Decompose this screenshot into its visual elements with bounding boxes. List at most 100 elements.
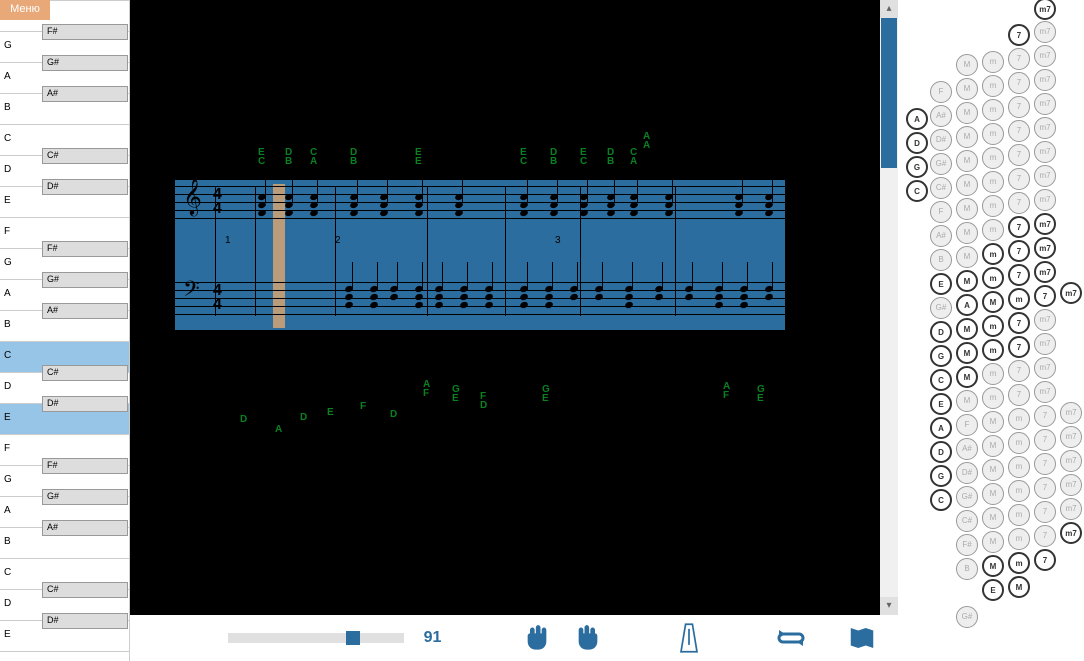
- accordion-button[interactable]: M: [956, 78, 978, 100]
- accordion-button[interactable]: 7: [1008, 24, 1030, 46]
- tempo-slider-thumb[interactable]: [346, 631, 360, 645]
- accordion-button[interactable]: B: [956, 558, 978, 580]
- accordion-button[interactable]: 7: [1034, 405, 1056, 427]
- accordion-button[interactable]: m7: [1060, 282, 1082, 304]
- map-button[interactable]: [847, 622, 878, 654]
- accordion-button[interactable]: m7: [1034, 237, 1056, 259]
- accordion-button[interactable]: m: [982, 75, 1004, 97]
- accordion-button[interactable]: m: [982, 171, 1004, 193]
- accordion-button[interactable]: m: [1008, 480, 1030, 502]
- accordion-button[interactable]: 7: [1034, 477, 1056, 499]
- accordion-button[interactable]: 7: [1008, 48, 1030, 70]
- piano-black-key[interactable]: A#: [42, 303, 128, 319]
- piano-black-key[interactable]: A#: [42, 86, 128, 102]
- accordion-button[interactable]: m7: [1034, 189, 1056, 211]
- accordion-button[interactable]: m: [982, 267, 1004, 289]
- accordion-button[interactable]: m: [982, 315, 1004, 337]
- accordion-button[interactable]: A#: [930, 225, 952, 247]
- accordion-button[interactable]: F#: [956, 534, 978, 556]
- piano-black-key[interactable]: C#: [42, 365, 128, 381]
- accordion-button[interactable]: m: [1008, 432, 1030, 454]
- accordion-button[interactable]: C: [930, 489, 952, 511]
- accordion-button[interactable]: m7: [1034, 93, 1056, 115]
- accordion-button[interactable]: m: [1008, 288, 1030, 310]
- accordion-button[interactable]: M: [956, 222, 978, 244]
- accordion-button[interactable]: m: [982, 339, 1004, 361]
- accordion-button[interactable]: m7: [1060, 426, 1082, 448]
- accordion-button[interactable]: m: [982, 147, 1004, 169]
- right-hand-button[interactable]: [573, 622, 604, 654]
- accordion-button[interactable]: M: [956, 198, 978, 220]
- accordion-button[interactable]: M: [956, 126, 978, 148]
- accordion-button[interactable]: M: [982, 483, 1004, 505]
- accordion-button[interactable]: M: [956, 174, 978, 196]
- accordion-button[interactable]: G: [906, 156, 928, 178]
- tempo-slider[interactable]: [228, 633, 403, 643]
- accordion-button[interactable]: M: [956, 318, 978, 340]
- accordion-button[interactable]: B: [930, 249, 952, 271]
- accordion-button[interactable]: C#: [956, 510, 978, 532]
- accordion-button[interactable]: 7: [1008, 120, 1030, 142]
- accordion-button[interactable]: M: [956, 270, 978, 292]
- accordion-button[interactable]: G#: [956, 486, 978, 508]
- accordion-button[interactable]: m: [982, 51, 1004, 73]
- accordion-button[interactable]: F: [930, 81, 952, 103]
- accordion-button[interactable]: m7: [1034, 213, 1056, 235]
- accordion-button[interactable]: m7: [1034, 117, 1056, 139]
- accordion-button[interactable]: M: [956, 342, 978, 364]
- accordion-button[interactable]: G#: [930, 297, 952, 319]
- accordion-button[interactable]: E: [930, 273, 952, 295]
- accordion-button[interactable]: m7: [1034, 333, 1056, 355]
- accordion-button[interactable]: 7: [1008, 384, 1030, 406]
- accordion-button[interactable]: m: [982, 363, 1004, 385]
- accordion-button[interactable]: m7: [1060, 474, 1082, 496]
- menu-button[interactable]: Меню: [0, 0, 50, 20]
- piano-black-key[interactable]: F#: [42, 24, 128, 40]
- accordion-button[interactable]: E: [930, 393, 952, 415]
- accordion-button[interactable]: 7: [1008, 144, 1030, 166]
- scroll-down-button[interactable]: ▾: [880, 597, 898, 615]
- accordion-button[interactable]: M: [982, 291, 1004, 313]
- accordion-button[interactable]: M: [982, 555, 1004, 577]
- piano-black-key[interactable]: F#: [42, 458, 128, 474]
- piano-black-key[interactable]: G#: [42, 272, 128, 288]
- accordion-button[interactable]: m7: [1034, 69, 1056, 91]
- accordion-button[interactable]: m7: [1060, 450, 1082, 472]
- piano-black-key[interactable]: G#: [42, 55, 128, 71]
- piano-black-key[interactable]: C#: [42, 582, 128, 598]
- accordion-button[interactable]: m7: [1060, 522, 1082, 544]
- accordion-button[interactable]: m: [1008, 504, 1030, 526]
- accordion-button[interactable]: M: [982, 435, 1004, 457]
- scrollbar-thumb[interactable]: [881, 18, 897, 168]
- accordion-button[interactable]: M: [956, 150, 978, 172]
- accordion-button[interactable]: C#: [930, 177, 952, 199]
- accordion-button[interactable]: 7: [1034, 549, 1056, 571]
- metronome-button[interactable]: [674, 622, 705, 654]
- accordion-button[interactable]: m: [982, 243, 1004, 265]
- accordion-button[interactable]: m: [1008, 456, 1030, 478]
- accordion-button[interactable]: 7: [1034, 453, 1056, 475]
- piano-black-key[interactable]: D#: [42, 179, 128, 195]
- accordion-button[interactable]: m7: [1034, 309, 1056, 331]
- accordion-button[interactable]: m7: [1034, 0, 1056, 20]
- accordion-button[interactable]: M: [982, 411, 1004, 433]
- accordion-button[interactable]: F: [956, 414, 978, 436]
- accordion-button[interactable]: M: [956, 102, 978, 124]
- accordion-button[interactable]: m7: [1034, 141, 1056, 163]
- accordion-button[interactable]: m: [1008, 552, 1030, 574]
- piano-black-key[interactable]: D#: [42, 396, 128, 412]
- accordion-button[interactable]: m7: [1034, 45, 1056, 67]
- accordion-button[interactable]: A: [930, 417, 952, 439]
- accordion-button[interactable]: 7: [1034, 429, 1056, 451]
- accordion-button[interactable]: m: [982, 195, 1004, 217]
- accordion-button[interactable]: M: [956, 54, 978, 76]
- accordion-button[interactable]: m7: [1060, 402, 1082, 424]
- accordion-button[interactable]: m: [1008, 408, 1030, 430]
- accordion-button[interactable]: M: [982, 459, 1004, 481]
- accordion-button[interactable]: m: [982, 123, 1004, 145]
- accordion-button[interactable]: 7: [1008, 336, 1030, 358]
- accordion-button[interactable]: M: [956, 390, 978, 412]
- accordion-button[interactable]: G: [930, 465, 952, 487]
- accordion-button[interactable]: D#: [930, 129, 952, 151]
- accordion-button[interactable]: 7: [1008, 312, 1030, 334]
